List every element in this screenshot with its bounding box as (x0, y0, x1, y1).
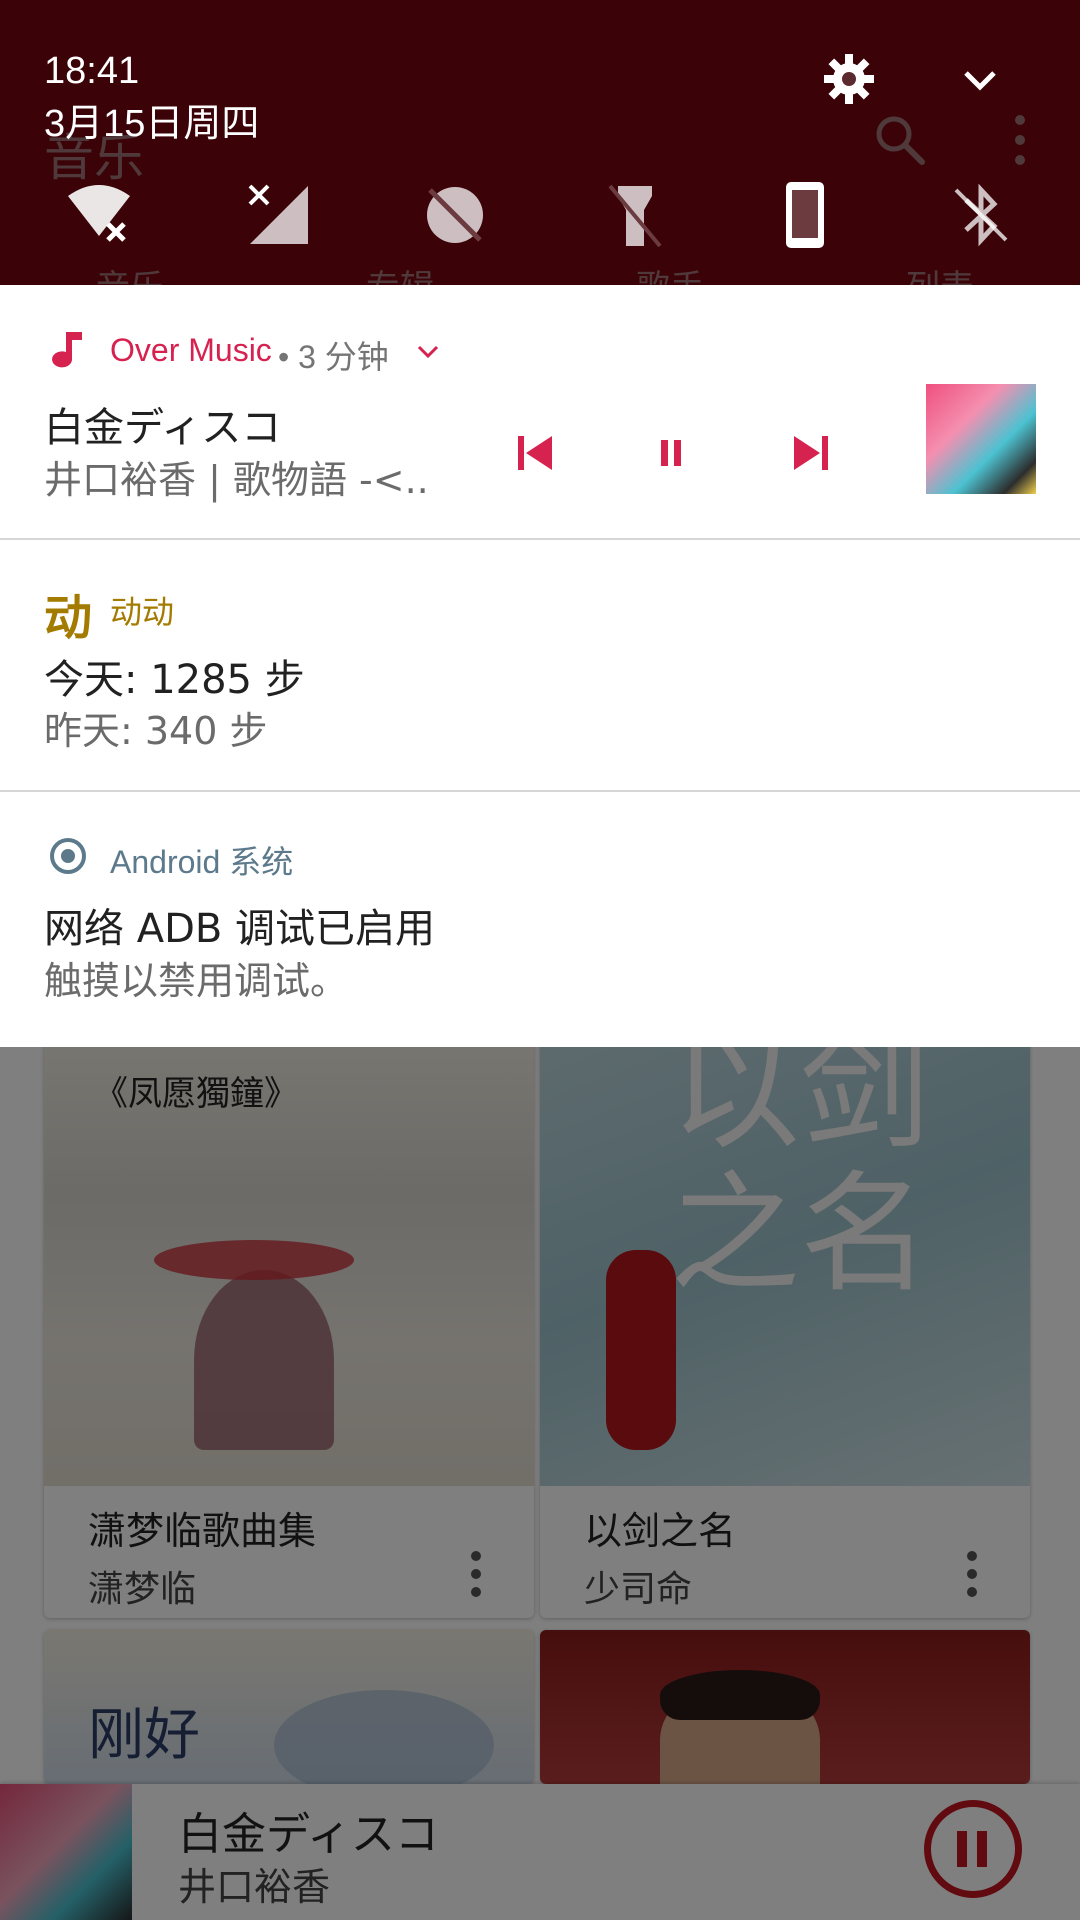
steps-notification[interactable]: 动 动动 今天: 1285 步 昨天: 340 步 (0, 540, 1080, 790)
signal-off-icon[interactable] (244, 180, 314, 250)
adb-debugging-notification[interactable]: Android 系统 网络 ADB 调试已启用 触摸以禁用调试。 (0, 792, 1080, 1047)
notification-text: 昨天: 340 步 (44, 709, 268, 753)
auto-rotate-portrait-icon[interactable] (770, 180, 840, 250)
settings-gear-icon[interactable] (822, 52, 876, 106)
wifi-off-icon[interactable] (64, 180, 134, 250)
dongdong-app-icon: 动 (44, 590, 93, 646)
music-note-icon (52, 332, 82, 368)
notification-title: 白金ディスコ (44, 405, 282, 451)
chevron-down-icon[interactable] (958, 58, 1002, 102)
chevron-down-icon[interactable] (416, 341, 440, 361)
notification-text: 触摸以禁用调试。 (44, 959, 349, 1003)
notification-title: 网络 ADB 调试已启用 (44, 906, 436, 952)
skip-previous-button[interactable] (510, 428, 560, 478)
skip-next-button[interactable] (786, 428, 836, 478)
do-not-disturb-off-icon[interactable] (420, 180, 490, 250)
quick-settings-header: 18:41 3月15日周四 (0, 0, 1080, 285)
adb-target-icon (50, 838, 86, 874)
status-date[interactable]: 3月15日周四 (44, 92, 259, 147)
notification-app-name: Over Music (110, 332, 272, 368)
notification-list: Over Music • 3 分钟 白金ディスコ 井口裕香 | 歌物語 -<..… (0, 285, 1080, 1047)
notification-title: 今天: 1285 步 (44, 657, 305, 703)
flashlight-off-icon[interactable] (600, 180, 670, 250)
notification-text: 井口裕香 | 歌物語 -<.. (44, 458, 429, 502)
notification-time: • 3 分钟 (278, 339, 389, 375)
notification-app-name: 动动 (110, 594, 175, 630)
notification-app-name: Android 系统 (110, 844, 294, 880)
pause-button[interactable] (646, 428, 696, 478)
notification-album-art (926, 384, 1036, 494)
bluetooth-off-icon[interactable] (946, 180, 1016, 250)
media-notification[interactable]: Over Music • 3 分钟 白金ディスコ 井口裕香 | 歌物語 -<.. (0, 285, 1080, 538)
status-time: 18:41 (44, 50, 140, 92)
